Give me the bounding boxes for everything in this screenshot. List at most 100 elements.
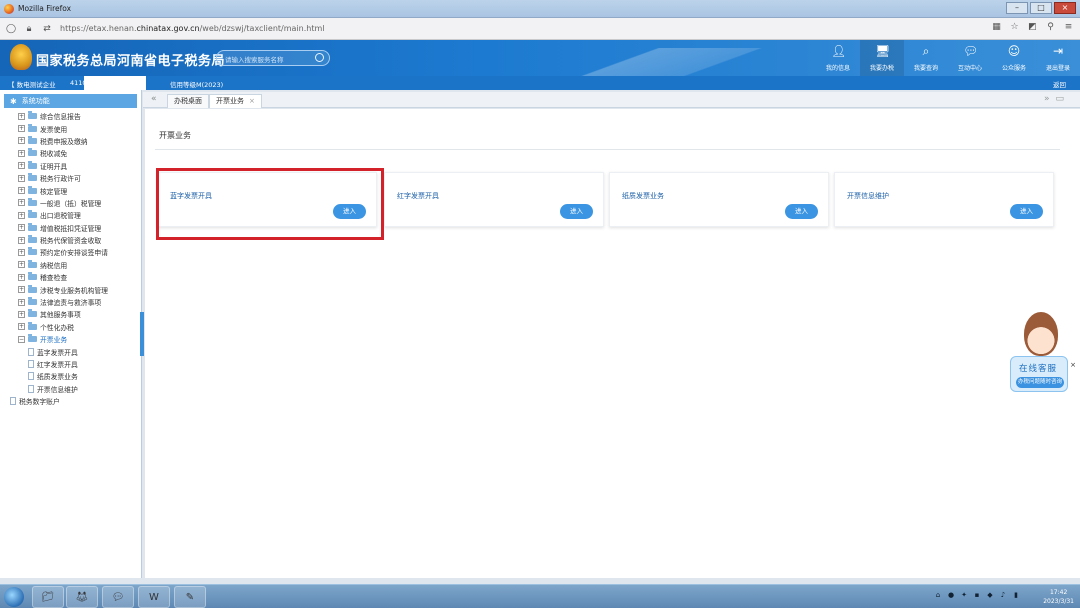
lock-icon[interactable]: 🔒︎ [22, 22, 36, 36]
collapse-icon[interactable]: − [18, 335, 25, 343]
tree-item-invoicing[interactable]: − 开票业务 [18, 333, 141, 345]
tree-subitem-red-invoice[interactable]: 红字发票开具 [28, 358, 141, 370]
tab-invoicing[interactable]: 开票业务 × [209, 94, 262, 108]
tree-item[interactable]: + 出口退税管理 [18, 209, 141, 221]
expand-icon[interactable]: + [18, 187, 25, 195]
expand-icon[interactable]: + [18, 248, 25, 256]
expand-icon[interactable]: + [18, 286, 25, 294]
tree-item[interactable]: + 税费申报及缴纳 [18, 135, 141, 147]
expand-icon[interactable]: + [18, 298, 25, 306]
taskbar-clock[interactable]: 17:42 2023/3/31 [1043, 588, 1074, 606]
expand-icon[interactable]: + [18, 236, 25, 244]
tree-item[interactable]: + 税务代保管资金收取 [18, 234, 141, 246]
customer-service-box[interactable]: 在线客服 办税问题随时咨询 [1010, 356, 1068, 392]
tree-item[interactable]: + 一般退（抵）税管理 [18, 197, 141, 209]
save-pocket-icon[interactable]: ◩ [1027, 22, 1038, 33]
enter-button[interactable]: 进入 [560, 204, 593, 219]
enter-button[interactable]: 进入 [1010, 204, 1043, 219]
expand-icon[interactable]: + [18, 323, 25, 331]
card-red-invoice[interactable]: 红字发票开具 进入 [384, 172, 604, 227]
extensions-icon[interactable]: ⚲ [1045, 22, 1056, 33]
expand-icon[interactable]: + [18, 137, 25, 145]
tree-subitem-invoice-info[interactable]: 开票信息维护 [28, 383, 141, 395]
tree-item[interactable]: + 核定管理 [18, 184, 141, 196]
expand-icon[interactable]: + [18, 112, 25, 120]
tree-item[interactable]: + 法律追责与救济事项 [18, 296, 141, 308]
nav-my-info[interactable]: 👤︎ 我的信息 [816, 40, 860, 76]
expand-icon[interactable]: + [18, 224, 25, 232]
tray-icon[interactable]: ⌂ [934, 591, 942, 599]
enter-button[interactable]: 进入 [785, 204, 818, 219]
volume-icon[interactable]: ♪ [999, 591, 1007, 599]
expand-icon[interactable]: + [18, 199, 25, 207]
start-button[interactable] [4, 587, 24, 607]
nav-logout[interactable]: ⇥ 退出登录 [1036, 40, 1080, 76]
back-link[interactable]: 返回 [1053, 79, 1066, 89]
tree-item[interactable]: + 综合信息报告 [18, 110, 141, 122]
close-window-button[interactable]: × [1054, 2, 1076, 14]
paint-icon[interactable]: ✎ [174, 586, 206, 608]
expand-icon[interactable]: + [18, 261, 25, 269]
search-placeholder: 请输入搜索服务名称 [225, 56, 284, 64]
menu-icon[interactable]: ≡ [1063, 22, 1074, 33]
minimize-button[interactable]: – [1006, 2, 1028, 14]
expand-icon[interactable]: + [18, 273, 25, 281]
tree-item-digital-account[interactable]: 税务数字账户 [10, 395, 141, 407]
card-invoice-info[interactable]: 开票信息维护 进入 [834, 172, 1054, 227]
folder-icon [28, 309, 37, 318]
tree-item[interactable]: + 涉税专业服务机构管理 [18, 283, 141, 295]
expand-icon[interactable]: + [18, 174, 25, 182]
highlight-annotation [156, 168, 384, 240]
bookmark-star-icon[interactable]: ☆ [1009, 22, 1020, 33]
maximize-button[interactable]: □ [1030, 2, 1052, 14]
tabs-scroll-right-icon[interactable]: »▭ [1044, 94, 1070, 104]
tray-icon[interactable]: ✦ [960, 591, 968, 599]
cs-subtitle[interactable]: 办税问题随时咨询 [1016, 377, 1064, 388]
expand-icon[interactable]: + [18, 162, 25, 170]
search-input[interactable]: 请输入搜索服务名称 [216, 50, 330, 66]
explorer-icon[interactable]: 📁︎ [32, 586, 64, 608]
tree-item[interactable]: + 增值税抵扣凭证管理 [18, 222, 141, 234]
nav-query[interactable]: ⌕ 我要查询 [904, 40, 948, 76]
tree-item[interactable]: + 发票使用 [18, 122, 141, 134]
tray-icon[interactable]: ● [947, 591, 955, 599]
folder-icon [28, 135, 37, 144]
word-icon[interactable]: W [138, 586, 170, 608]
tree-item[interactable]: + 其他服务事项 [18, 308, 141, 320]
shield-icon[interactable]: ◯ [4, 22, 18, 36]
expand-icon[interactable]: + [18, 149, 25, 157]
expand-icon[interactable]: + [18, 125, 25, 133]
tree-item[interactable]: + 证明开具 [18, 160, 141, 172]
tree-item[interactable]: + 税收减免 [18, 147, 141, 159]
tree-subitem-blue-invoice[interactable]: 蓝字发票开具 [28, 345, 141, 357]
expand-icon[interactable]: + [18, 310, 25, 318]
tree-item[interactable]: + 税务行政许可 [18, 172, 141, 184]
tabs-scroll-left-icon[interactable]: « [151, 94, 157, 104]
network-icon[interactable]: ▮ [1012, 591, 1020, 599]
customer-service-widget[interactable]: 在线客服 办税问题随时咨询 × [1010, 312, 1076, 396]
wechat-icon[interactable]: 💬︎ [102, 586, 134, 608]
qr-code-icon[interactable]: ▦ [991, 22, 1002, 33]
search-icon[interactable] [315, 53, 324, 62]
permissions-icon[interactable]: ⇄ [40, 22, 54, 36]
cs-close-icon[interactable]: × [1070, 361, 1076, 369]
nav-interaction[interactable]: 💬︎ 互动中心 [948, 40, 992, 76]
tray-icon[interactable]: ◆ [986, 591, 994, 599]
tree-subitem-paper-invoice[interactable]: 纸质发票业务 [28, 370, 141, 382]
tab-desktop[interactable]: 办税桌面 [167, 94, 209, 108]
document-icon [10, 397, 16, 406]
nav-tax-handling[interactable]: 🖥︎ 我要办税 [860, 40, 904, 76]
tab-close-icon[interactable]: × [249, 97, 255, 105]
address-bar[interactable]: https://etax.henan.chinatax.gov.cn/web/d… [60, 24, 324, 33]
firefox-taskbar-icon[interactable]: 🦊︎ [66, 586, 98, 608]
expand-icon[interactable]: + [18, 211, 25, 219]
sidebar-splitter[interactable] [140, 312, 144, 356]
nav-public-service[interactable]: ☺ 公众服务 [992, 40, 1036, 76]
tree-item[interactable]: + 稽查检查 [18, 271, 141, 283]
card-paper-invoice[interactable]: 纸质发票业务 进入 [609, 172, 829, 227]
tree-item[interactable]: + 个性化办税 [18, 321, 141, 333]
tree-item[interactable]: + 纳税信用 [18, 259, 141, 271]
tree-item[interactable]: + 预约定价安排谈签申请 [18, 246, 141, 258]
tray-icon[interactable]: ▪ [973, 591, 981, 599]
cs-title: 在线客服 [1019, 364, 1058, 374]
